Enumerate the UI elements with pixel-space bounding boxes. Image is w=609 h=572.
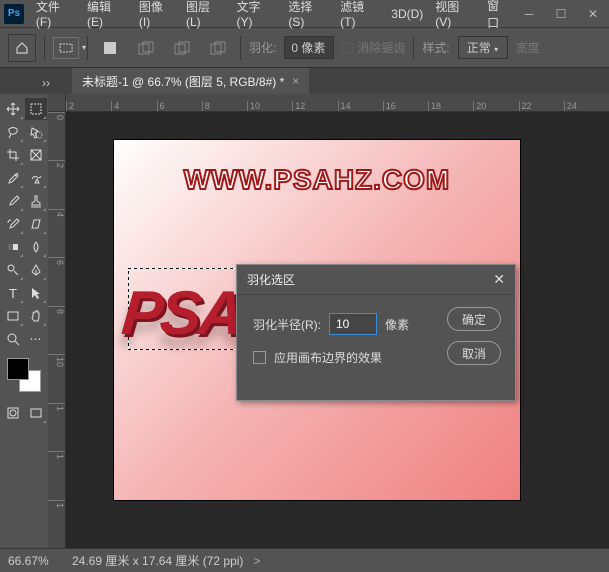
info-menu-arrow[interactable]: >: [253, 554, 260, 568]
crop-tool[interactable]: [2, 144, 24, 166]
zoom-level[interactable]: 66.67%: [8, 554, 62, 568]
apply-canvas-label: 应用画布边界的效果: [274, 349, 382, 366]
vertical-ruler[interactable]: 0246810111: [48, 112, 66, 548]
dodge-tool[interactable]: [2, 259, 24, 281]
menu-3d[interactable]: 3D(D): [385, 3, 429, 25]
zoom-tool[interactable]: [2, 328, 24, 350]
foreground-color[interactable]: [7, 358, 29, 380]
radius-input[interactable]: 10: [329, 313, 377, 335]
eraser-tool[interactable]: [25, 213, 47, 235]
frame-tool[interactable]: [25, 144, 47, 166]
document-canvas[interactable]: WWW.PSAHZ.COM PSAHZ 羽化选区 ✕ 羽化半径(R): 10 像…: [114, 140, 520, 500]
eyedropper-tool[interactable]: [2, 167, 24, 189]
menu-image[interactable]: 图像(I): [133, 0, 180, 33]
history-brush-tool[interactable]: [2, 213, 24, 235]
screenmode-tool[interactable]: [25, 402, 47, 424]
type-tool[interactable]: T: [2, 282, 24, 304]
heal-tool[interactable]: [25, 167, 47, 189]
ruler-origin[interactable]: [48, 94, 66, 112]
pen-tool[interactable]: [25, 259, 47, 281]
apply-canvas-checkbox[interactable]: [253, 351, 266, 364]
options-bar: ▾ 羽化: 0 像素 消除锯齿 样式: 正常 ▾ 宽度: [0, 28, 609, 68]
menu-layer[interactable]: 图层(L): [180, 0, 230, 33]
quick-select-tool[interactable]: [25, 121, 47, 143]
svg-text:T: T: [9, 286, 17, 300]
stamp-tool[interactable]: [25, 190, 47, 212]
doc-info[interactable]: 24.69 厘米 x 17.64 厘米 (72 ppi): [72, 552, 243, 569]
antialias-checkbox: 消除锯齿: [342, 39, 405, 56]
quickmask-tool[interactable]: [2, 402, 24, 424]
home-button[interactable]: [8, 34, 36, 62]
menu-view[interactable]: 视图(V): [429, 0, 481, 33]
tools-panel: T ⋯: [0, 94, 48, 548]
tab-title: 未标题-1 @ 66.7% (图层 5, RGB/8#) *: [82, 73, 284, 90]
path-select-tool[interactable]: [25, 282, 47, 304]
menu-edit[interactable]: 编辑(E): [81, 0, 133, 33]
menu-window[interactable]: 窗口: [481, 0, 517, 35]
shape-tool[interactable]: [2, 305, 24, 327]
tab-close-icon[interactable]: ×: [292, 74, 299, 88]
home-icon: [15, 41, 29, 55]
menu-select[interactable]: 选择(S): [282, 0, 334, 33]
maximize-button[interactable]: ☐: [549, 5, 573, 23]
hand-tool[interactable]: [25, 305, 47, 327]
canvas-text-url: WWW.PSAHZ.COM: [114, 164, 520, 196]
toolbar-grip[interactable]: ››: [42, 76, 72, 86]
brush-tool[interactable]: [2, 190, 24, 212]
color-swatches[interactable]: [7, 358, 41, 392]
radius-label: 羽化半径(R):: [253, 316, 321, 333]
menu-bar: Ps 文件(F) 编辑(E) 图像(I) 图层(L) 文字(Y) 选择(S) 滤…: [0, 0, 609, 28]
edit-toolbar[interactable]: ⋯: [25, 328, 47, 350]
status-bar: 66.67% 24.69 厘米 x 17.64 厘米 (72 ppi) >: [0, 548, 609, 572]
selection-subtract[interactable]: [168, 41, 196, 55]
document-tab[interactable]: 未标题-1 @ 66.7% (图层 5, RGB/8#) * ×: [72, 68, 309, 94]
marquee-icon: [59, 43, 73, 53]
feather-input[interactable]: 0 像素: [284, 36, 334, 59]
gradient-tool[interactable]: [2, 236, 24, 258]
selection-add[interactable]: [132, 41, 160, 55]
menu-file[interactable]: 文件(F): [30, 0, 81, 33]
style-combo[interactable]: 正常 ▾: [458, 36, 508, 59]
move-tool[interactable]: [2, 98, 24, 120]
menu-filter[interactable]: 滤镜(T): [334, 0, 385, 33]
blur-tool[interactable]: [25, 236, 47, 258]
marquee-tool[interactable]: [25, 98, 47, 120]
minimize-button[interactable]: ─: [517, 5, 541, 23]
dialog-title: 羽化选区: [247, 271, 295, 288]
menu-type[interactable]: 文字(Y): [231, 0, 283, 33]
ok-button[interactable]: 确定: [447, 307, 501, 331]
lasso-tool[interactable]: [2, 121, 24, 143]
dialog-close-icon[interactable]: ✕: [493, 271, 505, 288]
horizontal-ruler[interactable]: 24681012141618202224: [66, 94, 609, 112]
selection-intersect[interactable]: [204, 41, 232, 55]
cancel-button[interactable]: 取消: [447, 341, 501, 365]
tool-preset[interactable]: ▾: [53, 37, 79, 59]
close-button[interactable]: ✕: [581, 5, 605, 23]
feather-dialog: 羽化选区 ✕ 羽化半径(R): 10 像素 应用画布边界的效果 确定: [236, 264, 516, 401]
width-label: 宽度: [516, 39, 540, 56]
selection-new[interactable]: [96, 41, 124, 55]
style-label: 样式:: [422, 39, 449, 56]
radius-unit: 像素: [385, 316, 409, 333]
app-logo: Ps: [4, 4, 24, 24]
document-tabs: ›› 未标题-1 @ 66.7% (图层 5, RGB/8#) * ×: [0, 68, 609, 94]
feather-label: 羽化:: [249, 39, 276, 56]
canvas-area: 24681012141618202224 0246810111 WWW.PSAH…: [48, 94, 609, 548]
